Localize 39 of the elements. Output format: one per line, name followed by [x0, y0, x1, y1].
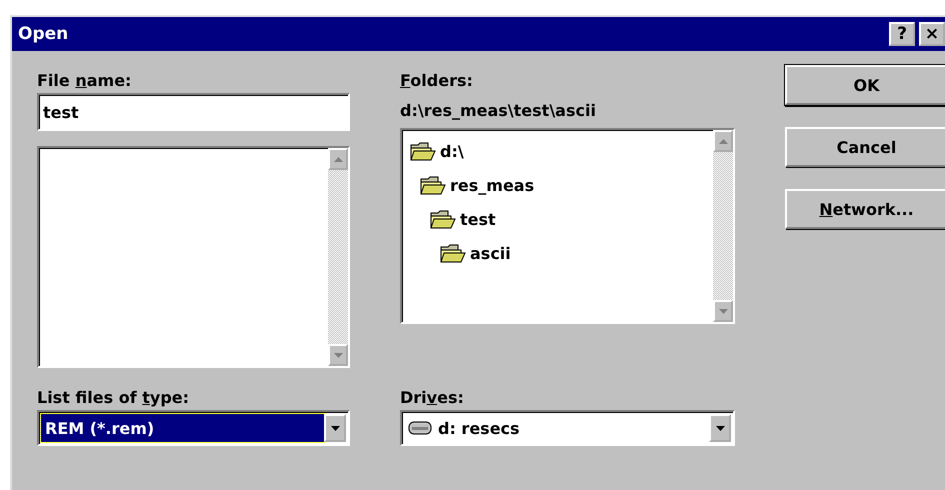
folder-path: d:\res_meas\test\ascii — [400, 100, 597, 122]
dialog-button[interactable]: Network... — [785, 189, 945, 229]
down-arrow-icon — [718, 308, 728, 314]
up-arrow-icon — [334, 156, 342, 162]
up-arrow-icon — [718, 138, 728, 144]
scroll-up-button[interactable] — [328, 148, 348, 170]
drives-dropdown[interactable]: d: resecs — [400, 410, 735, 446]
dialog-button[interactable]: Cancel — [785, 127, 945, 167]
close-button[interactable]: × — [919, 22, 945, 46]
folder-item[interactable]: test — [460, 210, 496, 228]
window-title: Open — [18, 24, 70, 44]
scrollbar[interactable] — [713, 130, 733, 322]
folder-list[interactable]: d:\ res_meas test ascii — [400, 128, 735, 324]
scroll-up-button[interactable] — [713, 130, 733, 152]
folder-item[interactable]: ascii — [470, 244, 511, 262]
folder-item[interactable]: d:\ — [440, 142, 464, 160]
field-label: Drives: — [400, 388, 465, 409]
field-label: File name: — [37, 71, 132, 92]
dialog-button[interactable]: OK — [785, 65, 945, 105]
drive-icon — [408, 421, 432, 435]
down-arrow-icon — [334, 352, 342, 358]
open-folder-icon — [410, 141, 436, 161]
dropdown-button[interactable] — [324, 414, 346, 442]
file-list[interactable] — [37, 146, 350, 368]
scroll-down-button[interactable] — [713, 300, 733, 322]
dropdown-button[interactable] — [709, 414, 731, 442]
scroll-down-button[interactable] — [328, 344, 348, 366]
open-folder-icon — [420, 175, 446, 195]
file-type-dropdown[interactable]: REM (*.rem) — [37, 410, 350, 446]
field-label: List files of type: — [37, 388, 190, 409]
file-name-field[interactable]: test — [37, 93, 350, 131]
field-label: Folders: — [400, 71, 474, 92]
scrollbar[interactable] — [328, 148, 348, 366]
open-folder-icon — [440, 243, 466, 263]
down-arrow-icon — [716, 426, 724, 430]
folder-item[interactable]: res_meas — [450, 176, 534, 194]
help-button[interactable]: ? — [889, 22, 915, 46]
open-folder-icon — [430, 209, 456, 229]
down-arrow-icon — [330, 426, 340, 430]
